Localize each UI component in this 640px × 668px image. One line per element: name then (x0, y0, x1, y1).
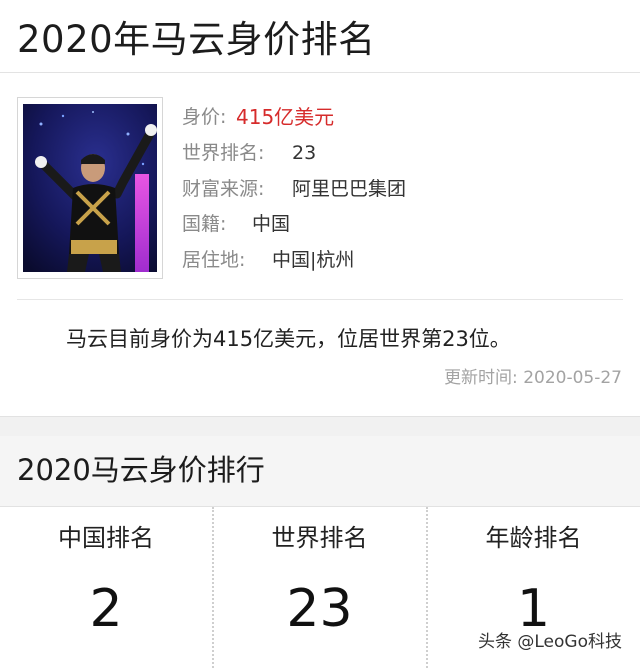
rank-column-china: 中国排名 2 (0, 507, 212, 668)
ranking-section-title: 2020马云身价排行 (17, 453, 265, 487)
rank-label-china: 中国排名 (58, 524, 154, 552)
section-spacer (0, 416, 640, 437)
residence-value: 中国|杭州 (272, 249, 355, 271)
profile-photo-image (23, 104, 157, 272)
residence-label: 居住地: (182, 249, 246, 271)
profile-divider (17, 299, 623, 300)
update-time: 更新时间: 2020-05-27 (444, 366, 622, 390)
nationality-label: 国籍: (182, 213, 227, 235)
watermark: 头条 @LeoGo科技 (473, 628, 626, 656)
page-title: 2020年马云身价排名 (17, 18, 376, 61)
net-worth-row: 身价: 415亿美元 (182, 105, 334, 129)
wealth-source-row: 财富来源: 阿里巴巴集团 (182, 177, 406, 201)
wealth-source-value: 阿里巴巴集团 (292, 178, 407, 200)
wealth-source-label: 财富来源: (182, 178, 265, 200)
rank-value-china: 2 (89, 579, 123, 639)
rank-label-world: 世界排名 (271, 524, 368, 552)
world-rank-value: 23 (292, 142, 317, 164)
residence-row: 居住地: 中国|杭州 (182, 248, 354, 272)
ranking-section-header: 2020马云身价排行 (0, 436, 640, 507)
update-time-value: 2020-05-27 (523, 368, 622, 388)
update-time-label: 更新时间: (444, 368, 518, 388)
profile-photo (17, 97, 163, 279)
world-rank-label: 世界排名: (182, 142, 265, 164)
summary-text: 马云目前身价为415亿美元，位居世界第23位。 (66, 327, 511, 351)
world-rank-row: 世界排名: 23 (182, 141, 316, 165)
nationality-row: 国籍: 中国 (182, 212, 290, 236)
rank-label-age: 年龄排名 (485, 524, 582, 552)
net-worth-label: 身价: (182, 106, 227, 128)
rank-value-world: 23 (286, 579, 353, 639)
title-divider (0, 72, 640, 73)
rank-column-world: 世界排名 23 (213, 507, 426, 668)
net-worth-value: 415亿美元 (236, 105, 335, 129)
nationality-value: 中国 (252, 213, 291, 235)
